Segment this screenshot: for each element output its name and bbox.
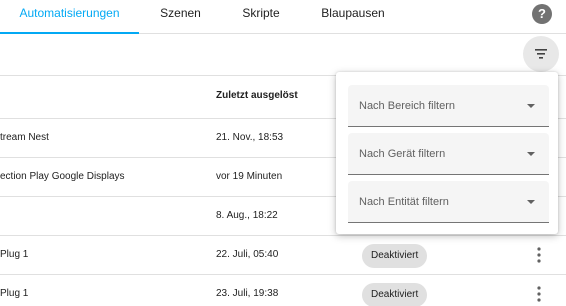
status-badge: Deaktiviert — [362, 244, 428, 268]
tab-bar: Automatisierungen Szenen Skripte Blaupau… — [0, 0, 566, 34]
automation-name: ection Play Google Displays — [0, 171, 125, 182]
tab-scripts[interactable]: Skripte — [222, 0, 300, 34]
area-filter-label: Nach Bereich filtern — [359, 100, 455, 112]
last-triggered-value: 21. Nov., 18:53 — [216, 132, 284, 143]
area-filter-select[interactable]: Nach Bereich filtern — [348, 85, 549, 127]
help-button[interactable]: ? — [532, 4, 552, 24]
more-vert-icon[interactable] — [530, 284, 548, 304]
device-filter-select[interactable]: Nach Gerät filtern — [348, 133, 549, 175]
dropdown-arrow-icon — [527, 152, 535, 156]
tab-blueprints[interactable]: Blaupausen — [300, 0, 406, 34]
last-triggered-value: 22. Juli, 05:40 — [216, 249, 279, 260]
table-row[interactable]: Plug 1 23. Juli, 19:38 Deaktiviert — [0, 274, 566, 306]
status-badge: Deaktiviert — [362, 283, 428, 306]
more-vert-icon[interactable] — [530, 245, 548, 265]
dropdown-arrow-icon — [527, 200, 535, 204]
column-header-last-triggered[interactable]: Zuletzt ausgelöst — [216, 90, 298, 101]
last-triggered-value: 8. Aug., 18:22 — [216, 210, 278, 221]
table-row[interactable]: Plug 1 22. Juli, 05:40 Deaktiviert — [0, 235, 566, 274]
automation-name: Plug 1 — [0, 249, 29, 260]
last-triggered-value: 23. Juli, 19:38 — [216, 288, 279, 299]
filter-button[interactable] — [523, 36, 559, 72]
tab-automations[interactable]: Automatisierungen — [0, 0, 139, 34]
tab-scenes[interactable]: Szenen — [139, 0, 222, 34]
filter-icon — [535, 49, 547, 59]
device-filter-label: Nach Gerät filtern — [359, 148, 446, 160]
help-circle-icon: ? — [538, 6, 546, 21]
filter-panel: Nach Bereich filtern Nach Gerät filtern … — [336, 72, 558, 234]
dropdown-arrow-icon — [527, 104, 535, 108]
last-triggered-value: vor 19 Minuten — [216, 171, 283, 182]
entity-filter-select[interactable]: Nach Entität filtern — [348, 181, 549, 223]
entity-filter-label: Nach Entität filtern — [359, 196, 449, 208]
automation-name: tream Nest — [0, 132, 49, 143]
automation-name: Plug 1 — [0, 288, 29, 299]
active-tab-indicator — [0, 32, 139, 34]
